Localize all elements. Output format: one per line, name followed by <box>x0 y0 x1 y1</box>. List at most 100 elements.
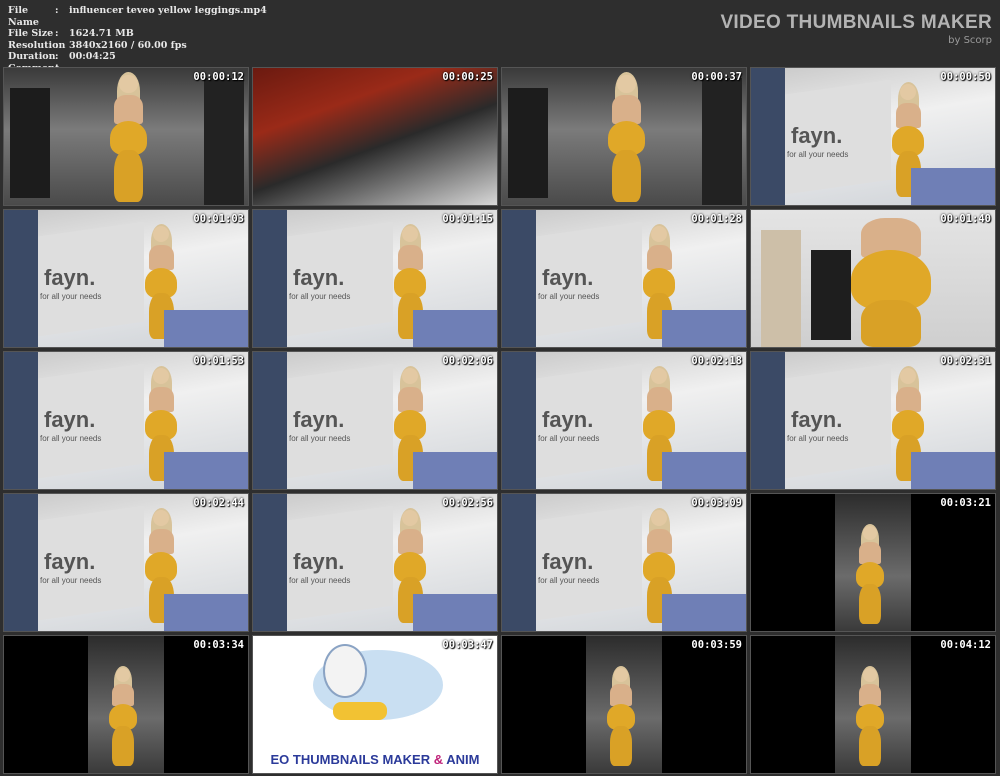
booth-brand-text: fayn. <box>44 407 96 432</box>
booth-brand-text: fayn. <box>293 265 345 290</box>
video-thumbnail[interactable]: fayn. for all your needs 00:00:50 <box>750 67 996 206</box>
head <box>863 526 877 540</box>
thumbnail-timestamp: 00:04:12 <box>940 639 991 651</box>
torso <box>646 528 672 554</box>
video-thumbnail[interactable]: EO THUMBNAILS MAKER & ANIM 00:03:47 <box>252 635 498 774</box>
thumbnail-timestamp: 00:02:56 <box>442 497 493 509</box>
booth-tagline-text: for all your needs <box>787 434 849 443</box>
video-thumbnail[interactable]: 00:00:25 <box>252 67 498 206</box>
booth-tagline-text: for all your needs <box>538 434 600 443</box>
booth-brand-text: fayn. <box>44 549 96 574</box>
booth-brand-text: fayn. <box>542 265 594 290</box>
brand-subtitle: by Scorp <box>948 35 992 46</box>
torso <box>397 386 423 412</box>
booth-brand-text: fayn. <box>293 549 345 574</box>
torso <box>612 95 641 124</box>
booth-tagline-text: for all your needs <box>40 292 102 301</box>
video-thumbnail[interactable]: fayn. for all your needs 00:01:03 <box>3 209 249 348</box>
video-thumbnail[interactable]: 00:03:59 <box>501 635 747 774</box>
video-thumbnail[interactable]: fayn. for all your needs 00:02:18 <box>501 351 747 490</box>
thumbnail-timestamp: 00:01:40 <box>940 213 991 225</box>
booth-counter <box>164 594 248 631</box>
booth-counter <box>662 310 746 347</box>
video-thumbnail[interactable]: fayn. for all your needs 00:01:28 <box>501 209 747 348</box>
bystander <box>502 210 536 347</box>
legs <box>612 150 641 202</box>
legs <box>859 726 881 766</box>
bystander <box>253 210 287 347</box>
thumbnail-timestamp: 00:00:12 <box>193 71 244 83</box>
torso <box>646 386 672 412</box>
legs <box>610 726 632 766</box>
torso <box>148 244 174 270</box>
info-separator: : <box>55 51 59 63</box>
video-thumbnail[interactable]: 00:01:40 <box>750 209 996 348</box>
info-row: Resolution:3840x2160 / 60.00 fps <box>8 40 267 52</box>
video-thumbnail[interactable]: fayn. for all your needs 00:02:06 <box>252 351 498 490</box>
booth-tagline-text: for all your needs <box>538 292 600 301</box>
thumbnail-timestamp: 00:03:59 <box>691 639 742 651</box>
torso <box>859 684 881 706</box>
thumbnail-timestamp: 00:03:21 <box>940 497 991 509</box>
info-separator: : <box>55 28 59 40</box>
bystander <box>751 352 785 489</box>
scroll <box>333 702 387 720</box>
torso <box>646 244 672 270</box>
video-thumbnail[interactable]: fayn. for all your needs 00:01:53 <box>3 351 249 490</box>
info-value: 1624.71 MB <box>69 28 134 40</box>
logo-text-main: EO THUMBNAILS MAKER <box>270 752 434 767</box>
video-thumbnail[interactable]: fayn. for all your needs 00:03:09 <box>501 493 747 632</box>
info-row: File Name: influencer teveo yellow leggin… <box>8 5 267 28</box>
torso <box>397 528 423 554</box>
head <box>617 74 636 93</box>
booth-counter <box>164 452 248 489</box>
thumbnail-timestamp: 00:01:03 <box>193 213 244 225</box>
head <box>119 74 138 93</box>
info-row: File Size:1624.71 MB <box>8 28 267 40</box>
torso <box>114 95 143 124</box>
info-key: Duration <box>8 51 56 63</box>
legs <box>114 150 143 202</box>
info-separator: : <box>55 5 59 16</box>
video-thumbnail[interactable]: fayn. for all your needs 00:02:44 <box>3 493 249 632</box>
booth-counter <box>662 594 746 631</box>
bystander <box>204 78 244 205</box>
video-thumbnail[interactable]: fayn. for all your needs 00:02:31 <box>750 351 996 490</box>
video-thumbnail[interactable]: 00:00:37 <box>501 67 747 206</box>
torso <box>397 244 423 270</box>
info-value: influencer teveo yellow leggings.mp4 <box>69 5 267 16</box>
video-thumbnail[interactable]: 00:00:12 <box>3 67 249 206</box>
bystander <box>502 352 536 489</box>
bystander <box>4 494 38 631</box>
torso <box>859 542 881 564</box>
booth-tagline-text: for all your needs <box>289 576 351 585</box>
booth-brand-text: fayn. <box>44 265 96 290</box>
video-thumbnail[interactable]: 00:03:34 <box>3 635 249 774</box>
thumbnail-timestamp: 00:03:34 <box>193 639 244 651</box>
thumbnail-timestamp: 00:01:53 <box>193 355 244 367</box>
thumbnail-grid: 00:00:12 00:00:25 00:00:37 fayn. for all you… <box>3 67 996 774</box>
torso <box>112 684 134 706</box>
file-info: File Name: influencer teveo yellow leggin… <box>8 5 267 75</box>
video-thumbnail[interactable]: fayn. for all your needs 00:01:15 <box>252 209 498 348</box>
booth-tagline-text: for all your needs <box>787 150 849 159</box>
torso <box>148 528 174 554</box>
video-thumbnail[interactable]: 00:03:21 <box>750 493 996 632</box>
thumbnail-timestamp: 00:01:15 <box>442 213 493 225</box>
bystander <box>502 494 536 631</box>
booth-tagline-text: for all your needs <box>289 434 351 443</box>
product-stand <box>811 250 851 340</box>
video-thumbnail[interactable]: 00:04:12 <box>750 635 996 774</box>
booth-brand-text: fayn. <box>542 407 594 432</box>
video-thumbnail[interactable]: fayn. for all your needs 00:02:56 <box>252 493 498 632</box>
torso <box>610 684 632 706</box>
head <box>116 668 130 682</box>
info-value: 3840x2160 / 60.00 fps <box>69 39 187 51</box>
info-key: File Name <box>8 5 39 28</box>
thumbnail-timestamp: 00:00:50 <box>940 71 991 83</box>
brand-title: VIDEO THUMBNAILS MAKER <box>720 12 992 33</box>
booth-brand-text: fayn. <box>791 123 843 148</box>
info-separator: : <box>55 39 59 51</box>
head <box>614 668 628 682</box>
thumbnail-timestamp: 00:02:18 <box>691 355 742 367</box>
